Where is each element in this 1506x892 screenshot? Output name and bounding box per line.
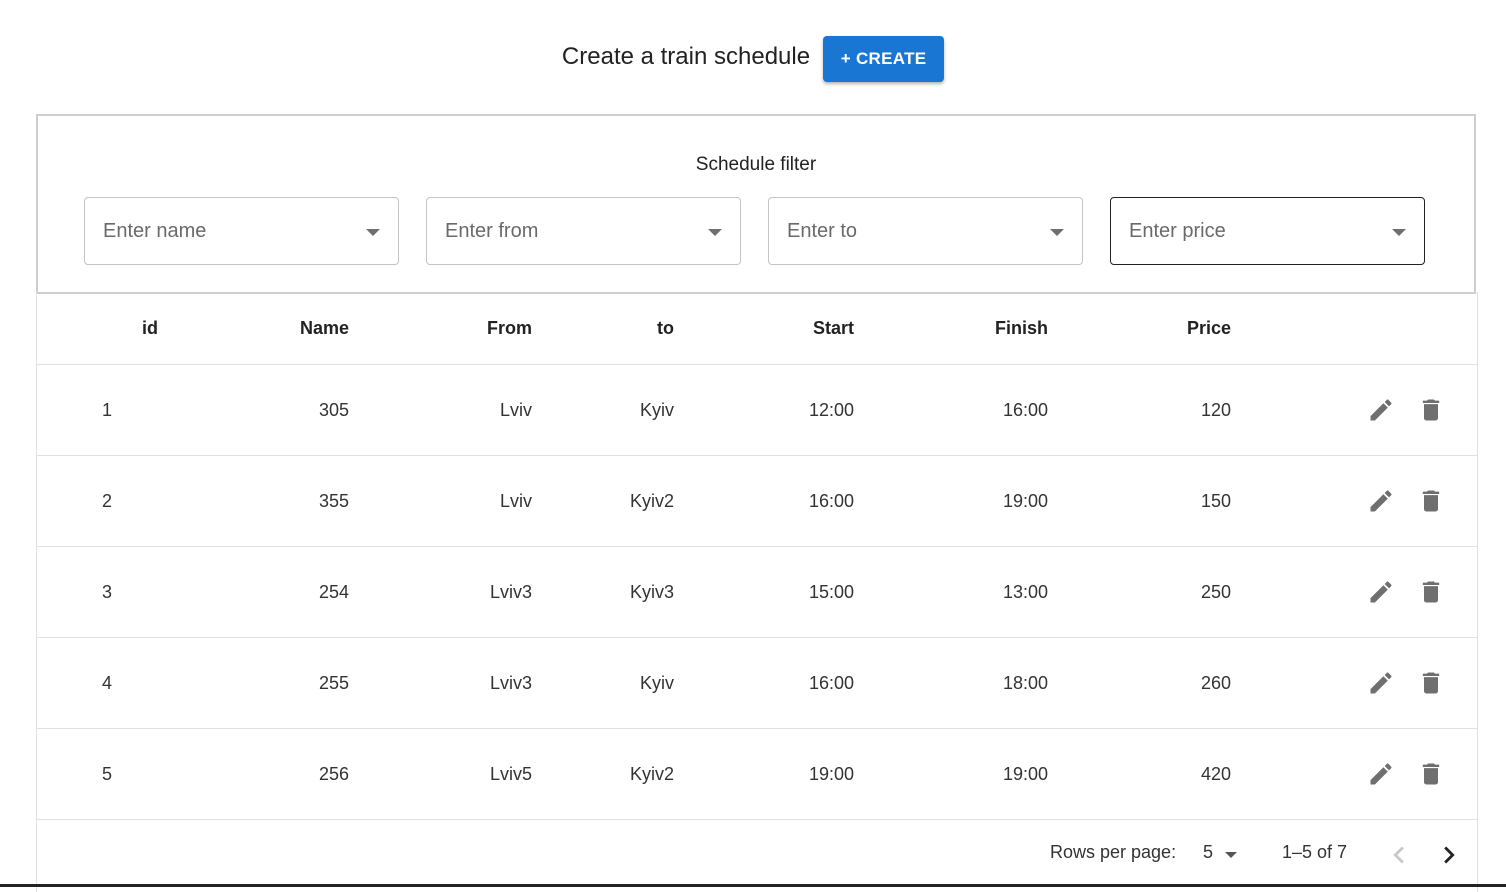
- cell-name: 355: [318, 490, 349, 511]
- trash-icon[interactable]: [1417, 669, 1445, 697]
- pagination-range: 1–5 of 7: [1282, 842, 1348, 862]
- cell-finish: 13:00: [1002, 581, 1048, 602]
- pencil-icon[interactable]: [1367, 487, 1395, 515]
- schedule-table: id Name From to Start Finish Price 1 305 L…: [36, 292, 1478, 892]
- table-row: 3 254 Lviv3 Kyiv3 15:00 13:00 250: [37, 547, 1477, 638]
- cell-name: 256: [318, 763, 349, 784]
- trash-icon[interactable]: [1417, 760, 1445, 788]
- cell-id: 4: [102, 672, 113, 693]
- cell-from: Lviv3: [489, 672, 532, 693]
- table-header-row: id Name From to Start Finish Price: [37, 292, 1477, 365]
- cell-finish: 18:00: [1002, 672, 1048, 693]
- header-price[interactable]: Price: [1131, 292, 1231, 364]
- from-filter-input[interactable]: [443, 218, 687, 244]
- cell-start: 15:00: [808, 581, 854, 602]
- table-row: 2 355 Lviv Kyiv2 16:00 19:00 150: [37, 456, 1477, 547]
- price-filter-field[interactable]: [1110, 197, 1425, 265]
- cell-from: Lviv: [499, 399, 532, 420]
- cell-price: 150: [1200, 490, 1231, 511]
- cell-finish: 16:00: [1002, 399, 1048, 420]
- dropdown-arrow-icon[interactable]: [366, 229, 380, 236]
- cell-id: 5: [102, 763, 113, 784]
- cell-price: 120: [1200, 399, 1231, 420]
- cell-finish: 19:00: [1002, 490, 1048, 511]
- cell-id: 2: [102, 490, 113, 511]
- cell-to: Kyiv2: [629, 490, 674, 511]
- header-start[interactable]: Start: [754, 292, 854, 364]
- cell-id: 1: [102, 399, 113, 420]
- chevron-left-icon[interactable]: [1382, 838, 1416, 872]
- cell-name: 255: [318, 672, 349, 693]
- cell-from: Lviv3: [489, 581, 532, 602]
- cell-price: 420: [1200, 763, 1231, 784]
- header-name[interactable]: Name: [249, 292, 349, 364]
- pencil-icon[interactable]: [1367, 760, 1395, 788]
- cell-finish: 19:00: [1002, 763, 1048, 784]
- cell-to: Kyiv2: [629, 763, 674, 784]
- header-from[interactable]: From: [432, 292, 532, 364]
- header-to[interactable]: to: [574, 292, 674, 364]
- pencil-icon[interactable]: [1367, 396, 1395, 424]
- dropdown-arrow-icon[interactable]: [1392, 229, 1406, 236]
- cell-to: Kyiv: [639, 672, 674, 693]
- table-row: 1 305 Lviv Kyiv 12:00 16:00 120: [37, 365, 1477, 456]
- cell-price: 260: [1200, 672, 1231, 693]
- trash-icon[interactable]: [1417, 487, 1445, 515]
- from-filter-field[interactable]: [426, 197, 741, 265]
- name-filter-field[interactable]: [84, 197, 399, 265]
- rows-per-page-select[interactable]: 5: [1201, 838, 1251, 870]
- cell-name: 254: [318, 581, 349, 602]
- table-row: 4 255 Lviv3 Kyiv 16:00 18:00 260: [37, 638, 1477, 729]
- dropdown-arrow-icon[interactable]: [708, 229, 722, 236]
- header-finish[interactable]: Finish: [948, 292, 1048, 364]
- create-button[interactable]: + CREATE: [823, 36, 945, 82]
- cell-start: 16:00: [808, 490, 854, 511]
- pencil-icon[interactable]: [1367, 578, 1395, 606]
- price-filter-input[interactable]: [1127, 218, 1371, 244]
- table-row: 5 256 Lviv5 Kyiv2 19:00 19:00 420: [37, 729, 1477, 820]
- schedule-filter-panel: Schedule filter: [36, 114, 1476, 294]
- name-filter-input[interactable]: [101, 218, 345, 244]
- cell-from: Lviv: [499, 490, 532, 511]
- chevron-right-icon[interactable]: [1432, 838, 1466, 872]
- cell-id: 3: [102, 581, 113, 602]
- cell-name: 305: [318, 399, 349, 420]
- header-id[interactable]: id: [142, 292, 182, 364]
- cell-to: Kyiv3: [629, 581, 674, 602]
- rows-per-page-label: Rows per page:: [1050, 842, 1177, 862]
- trash-icon[interactable]: [1417, 396, 1445, 424]
- to-filter-field[interactable]: [768, 197, 1083, 265]
- cell-price: 250: [1200, 581, 1231, 602]
- dropdown-arrow-icon[interactable]: [1050, 229, 1064, 236]
- trash-icon[interactable]: [1417, 578, 1445, 606]
- pencil-icon[interactable]: [1367, 669, 1395, 697]
- filter-title: Schedule filter: [695, 154, 817, 175]
- page-header: Create a train schedule + CREATE: [0, 36, 1506, 82]
- table-pagination: Rows per page: 5 1–5 of 7: [37, 822, 1477, 884]
- cell-to: Kyiv: [639, 399, 674, 420]
- rows-per-page-value[interactable]: 5: [1203, 842, 1213, 863]
- cell-from: Lviv5: [489, 763, 532, 784]
- cell-start: 19:00: [808, 763, 854, 784]
- cell-start: 16:00: [808, 672, 854, 693]
- cell-start: 12:00: [808, 399, 854, 420]
- to-filter-input[interactable]: [785, 218, 1029, 244]
- dropdown-arrow-icon[interactable]: [1225, 852, 1237, 858]
- page-title: Create a train schedule: [561, 43, 811, 70]
